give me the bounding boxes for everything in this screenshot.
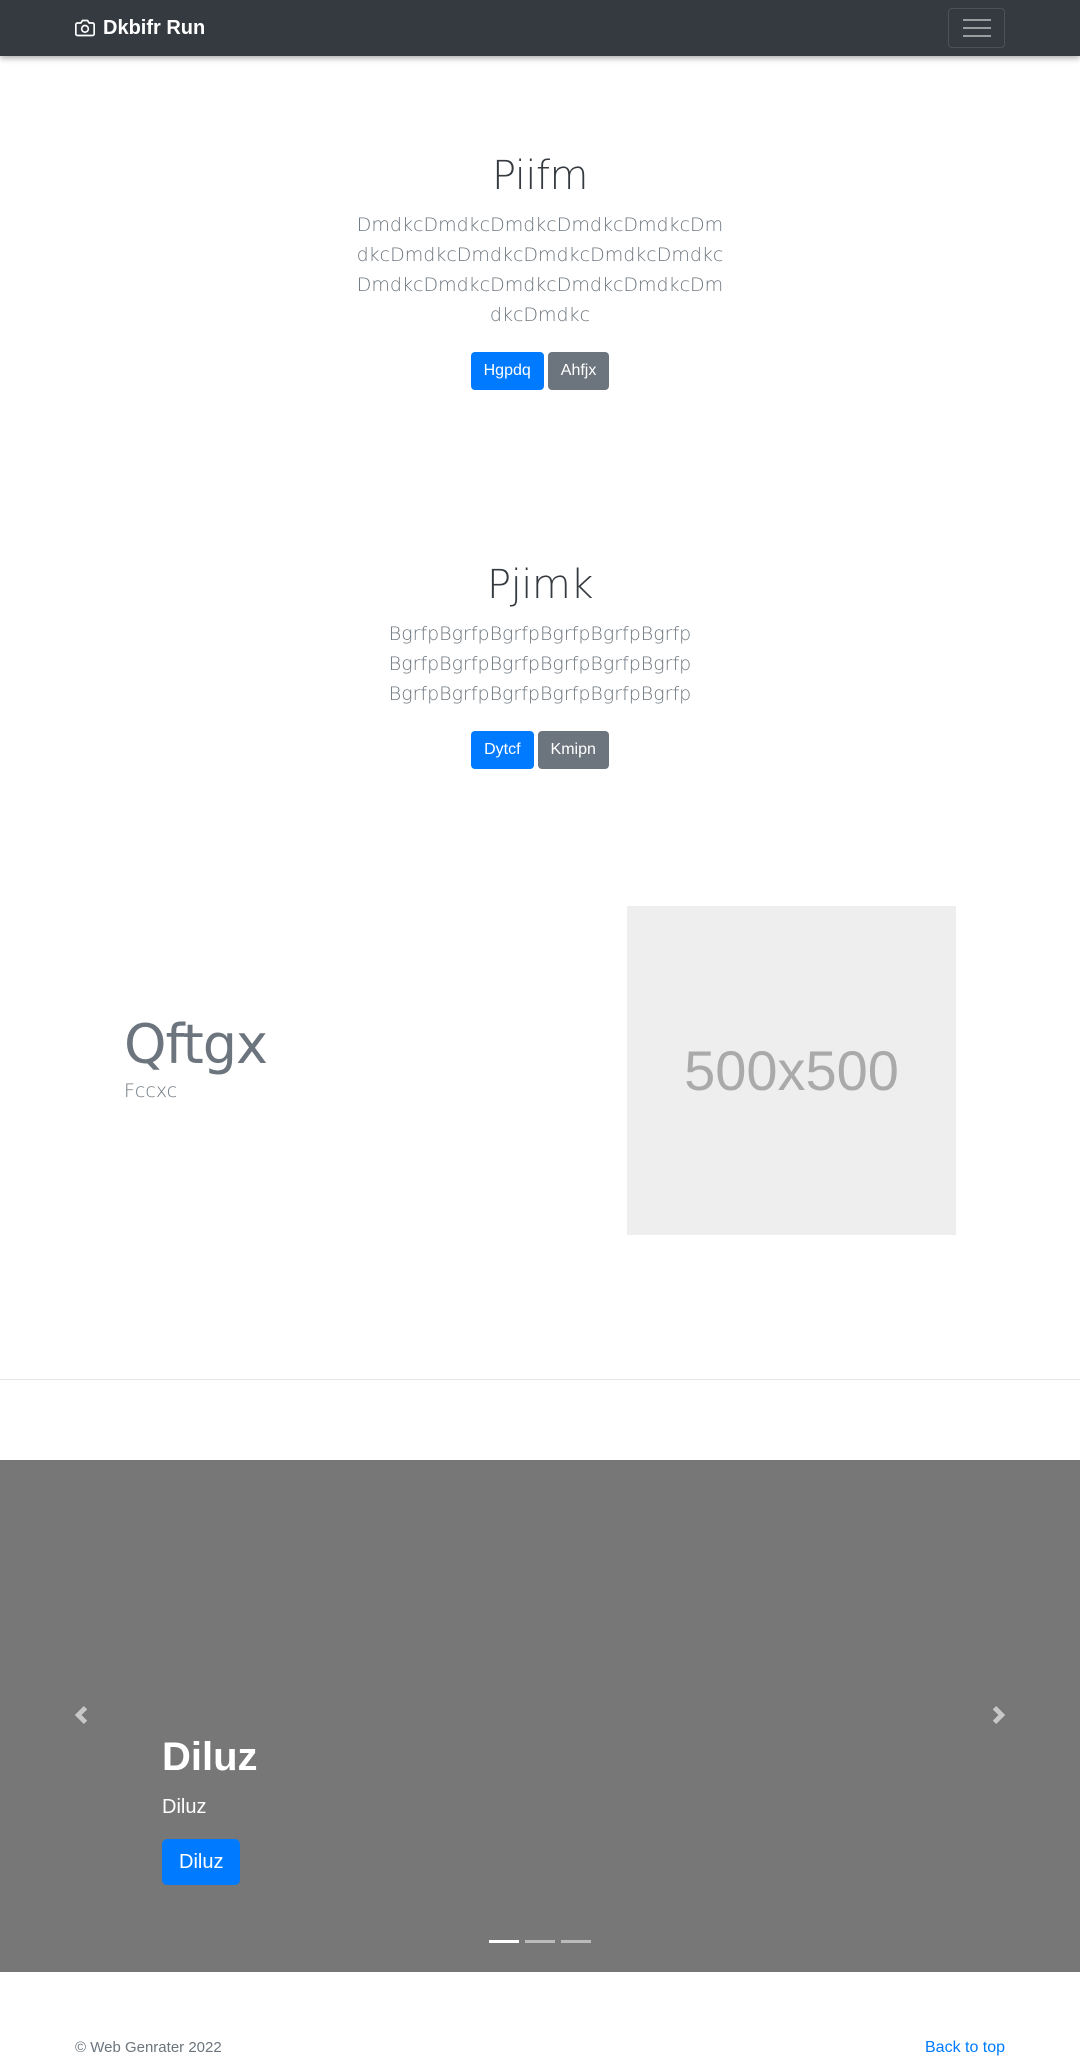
feature-text: Qftgx Fccxc [124, 1012, 268, 1102]
brand-link[interactable]: Dkbifr Run [75, 16, 205, 40]
hamburger-icon [962, 19, 991, 37]
hero-1-title: Piifm [491, 153, 589, 199]
carousel-caption-text: Diluz [162, 1796, 207, 1818]
feature-image-placeholder: 500x500 [627, 906, 956, 1235]
footer-copyright: © Web Genrater 2022 [75, 2039, 222, 2056]
carousel-indicator-3[interactable] [561, 1940, 591, 1943]
carousel-indicators [0, 1940, 1080, 1943]
carousel-caption-title: Diluz [162, 1735, 258, 1779]
navbar: Dkbifr Run [0, 0, 1080, 56]
hero-1-primary-button[interactable]: Hgpdq [470, 352, 544, 390]
chevron-left-icon [74, 1706, 88, 1724]
hero-2-primary-button[interactable]: Dytcf [471, 731, 534, 769]
carousel: Diluz Diluz Diluz [0, 1460, 1080, 1972]
carousel-caption-button[interactable]: Diluz [162, 1839, 241, 1885]
brand-name: Dkbifr Run [103, 17, 206, 39]
hero-2-lead: BgrfpBgrfpBgrfpBgrfpBgrfpBgrfp BgrfpBgrf… [388, 623, 692, 705]
hero-section-1: Piifm DmdkcDmdkcDmdkcDmdkcDmdkcDmdkcDmdk… [0, 152, 1080, 390]
hero-2-buttons: Dytcf Kmipn [0, 731, 1080, 769]
hero-1-lead: DmdkcDmdkcDmdkcDmdkcDmdkcDmdkcDmdkcDmdkc… [356, 214, 724, 326]
section-divider [0, 1379, 1080, 1380]
feature-heading: Qftgx [124, 1013, 268, 1076]
hero-1-secondary-button[interactable]: Ahfjx [547, 352, 610, 390]
hero-section-2: Pjimk BgrfpBgrfpBgrfpBgrfpBgrfpBgrfp Bgr… [0, 561, 1080, 769]
chevron-right-icon [992, 1706, 1006, 1724]
carousel-caption: Diluz Diluz Diluz [162, 1733, 258, 1885]
page: Dkbifr Run Piifm DmdkcDmdkcDmdkcDmdkcDmd… [0, 0, 1080, 2060]
back-to-top-link[interactable]: Back to top [925, 2038, 1005, 2058]
carousel-indicator-2[interactable] [525, 1940, 555, 1943]
placeholder-label: 500x500 [684, 1039, 899, 1102]
hero-1-buttons: Hgpdq Ahfjx [0, 352, 1080, 390]
carousel-prev-button[interactable] [61, 1695, 101, 1735]
hero-2-title: Pjimk [487, 562, 593, 608]
camera-icon [75, 19, 95, 37]
feature-subtext: Fccxc [124, 1080, 178, 1102]
carousel-indicator-1[interactable] [489, 1940, 519, 1943]
hero-2-secondary-button[interactable]: Kmipn [537, 731, 609, 769]
navbar-toggler-button[interactable] [948, 8, 1005, 48]
carousel-next-button[interactable] [979, 1695, 1019, 1735]
